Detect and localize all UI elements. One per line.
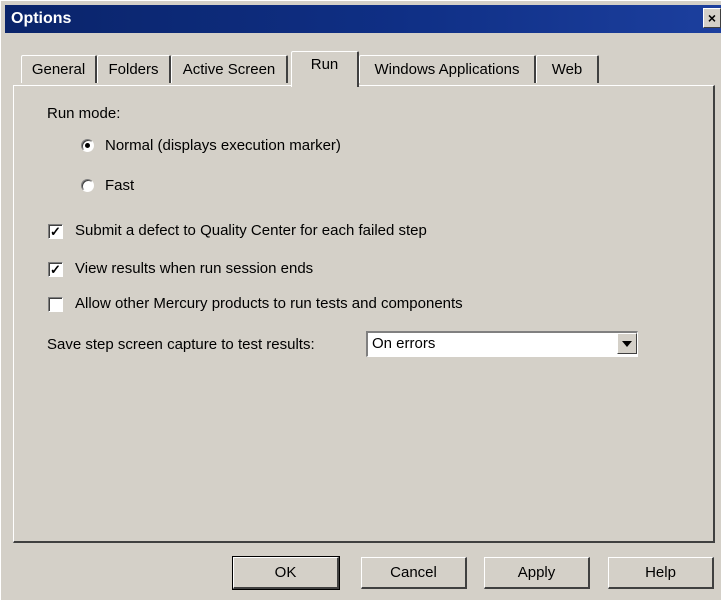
help-button[interactable]: Help <box>608 557 714 589</box>
check-icon: ✓ <box>50 224 61 239</box>
capture-label: Save step screen capture to test results… <box>47 336 315 353</box>
fast-radio[interactable] <box>81 179 94 192</box>
radio-selected-dot <box>85 143 90 148</box>
ok-button[interactable]: OK <box>232 556 340 590</box>
window-title: Options <box>11 10 72 27</box>
fast-radio-label[interactable]: Fast <box>105 177 134 194</box>
normal-radio[interactable] <box>81 139 94 152</box>
run-mode-label: Run mode: <box>47 105 121 122</box>
tab-folders[interactable]: Folders <box>97 55 171 83</box>
normal-radio-label[interactable]: Normal (displays execution marker) <box>105 137 341 154</box>
tab-active-screen[interactable]: Active Screen <box>171 55 288 83</box>
close-button[interactable]: × <box>703 8 721 28</box>
submit-defect-checkbox[interactable]: ✓ <box>48 224 63 239</box>
allow-mercury-label[interactable]: Allow other Mercury products to run test… <box>75 295 463 312</box>
tab-windows-applications[interactable]: Windows Applications <box>359 55 536 83</box>
view-results-checkbox[interactable]: ✓ <box>48 262 63 277</box>
view-results-label[interactable]: View results when run session ends <box>75 260 313 277</box>
tab-general[interactable]: General <box>21 55 97 83</box>
tab-run[interactable]: Run <box>291 51 359 87</box>
cancel-button[interactable]: Cancel <box>361 557 467 589</box>
capture-select-value: On errors <box>372 335 436 352</box>
dropdown-arrow-button[interactable] <box>617 333 637 354</box>
close-icon: × <box>707 10 717 26</box>
chevron-down-icon <box>622 341 632 347</box>
allow-mercury-checkbox[interactable] <box>48 297 63 312</box>
check-icon: ✓ <box>50 262 61 277</box>
tab-web[interactable]: Web <box>536 55 599 83</box>
options-dialog: Options × General Folders Active Screen … <box>0 0 721 600</box>
capture-select[interactable]: On errors <box>366 331 638 357</box>
title-bar[interactable]: Options × <box>5 5 721 33</box>
submit-defect-label[interactable]: Submit a defect to Quality Center for ea… <box>75 222 427 239</box>
apply-button[interactable]: Apply <box>484 557 590 589</box>
